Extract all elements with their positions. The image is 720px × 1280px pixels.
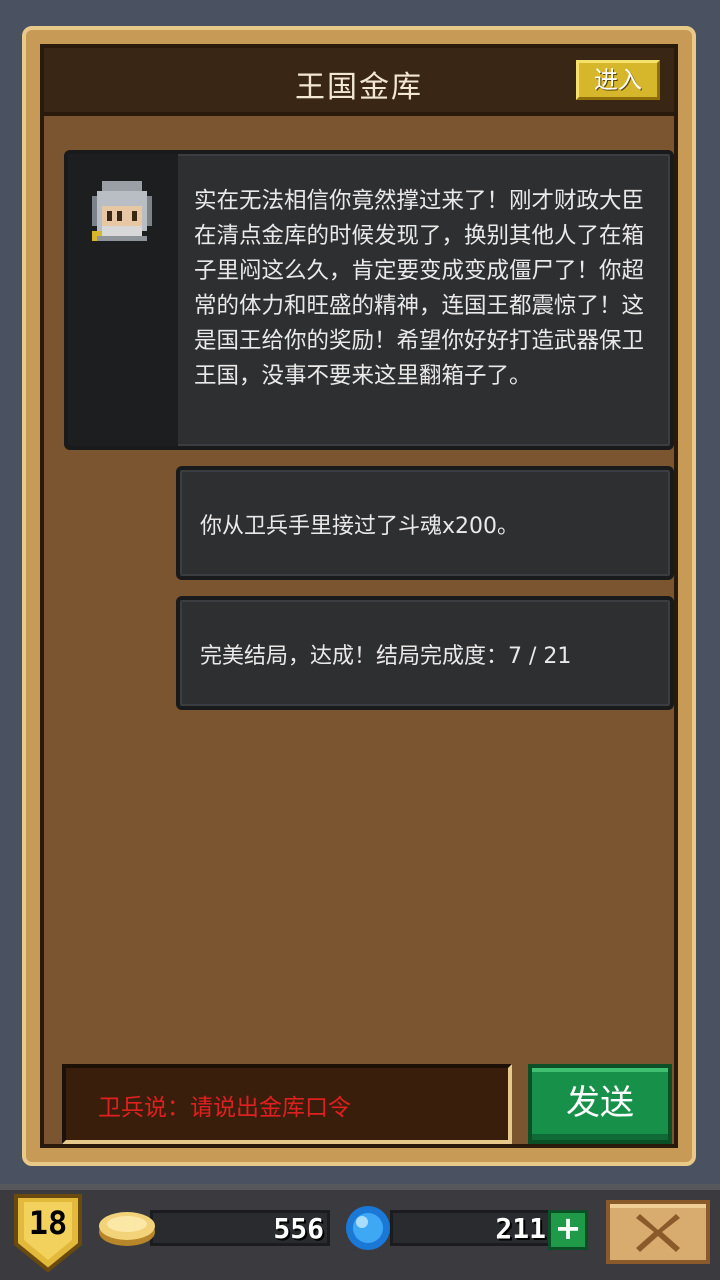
add-gems-button[interactable]: + [548,1210,588,1250]
status-bar: 18 556 211 + [0,1184,720,1280]
close-button[interactable] [606,1200,710,1264]
npc-message-text: 实在无法相信你竟然撑过来了！刚才财政大臣在清点金库的时候发现了，换别其他人了在箱… [194,188,645,389]
blue-gem-icon [346,1206,390,1250]
gold-coin-icon [99,1212,155,1246]
reward-message: 你从卫兵手里接过了斗魂x200。 [176,466,674,580]
gem-count: 211 [495,1212,546,1245]
npc-message: 实在无法相信你竟然撑过来了！刚才财政大臣在清点金库的时候发现了，换别其他人了在箱… [64,150,674,450]
kingdom-treasury-dialog: 王国金库 进入 实在无法相信你竟然撑过来了！刚才财政大臣在清点金库的时候发现了，… [22,26,696,1166]
level-number: 18 [28,1204,68,1242]
password-input[interactable]: 卫兵说：请说出金库口令 [62,1064,512,1144]
reward-message-text: 你从卫兵手里接过了斗魂x200。 [200,514,520,539]
send-button[interactable]: 发送 [528,1064,672,1144]
title-bar: 王国金库 进入 [44,48,674,116]
ending-message-text: 完美结局，达成！结局完成度：7 / 21 [200,644,572,669]
dialog-panel: 王国金库 进入 实在无法相信你竟然撑过来了！刚才财政大臣在清点金库的时候发现了，… [40,44,678,1148]
close-icon [636,1214,680,1252]
ending-message: 完美结局，达成！结局完成度：7 / 21 [176,596,674,710]
portrait-column [68,154,178,446]
level-badge: 18 [12,1192,84,1274]
coin-count: 556 [273,1212,324,1245]
input-prompt-text: 卫兵说：请说出金库口令 [98,1095,351,1121]
enter-button[interactable]: 进入 [576,60,660,100]
knight-helmet-portrait-icon [92,181,152,241]
